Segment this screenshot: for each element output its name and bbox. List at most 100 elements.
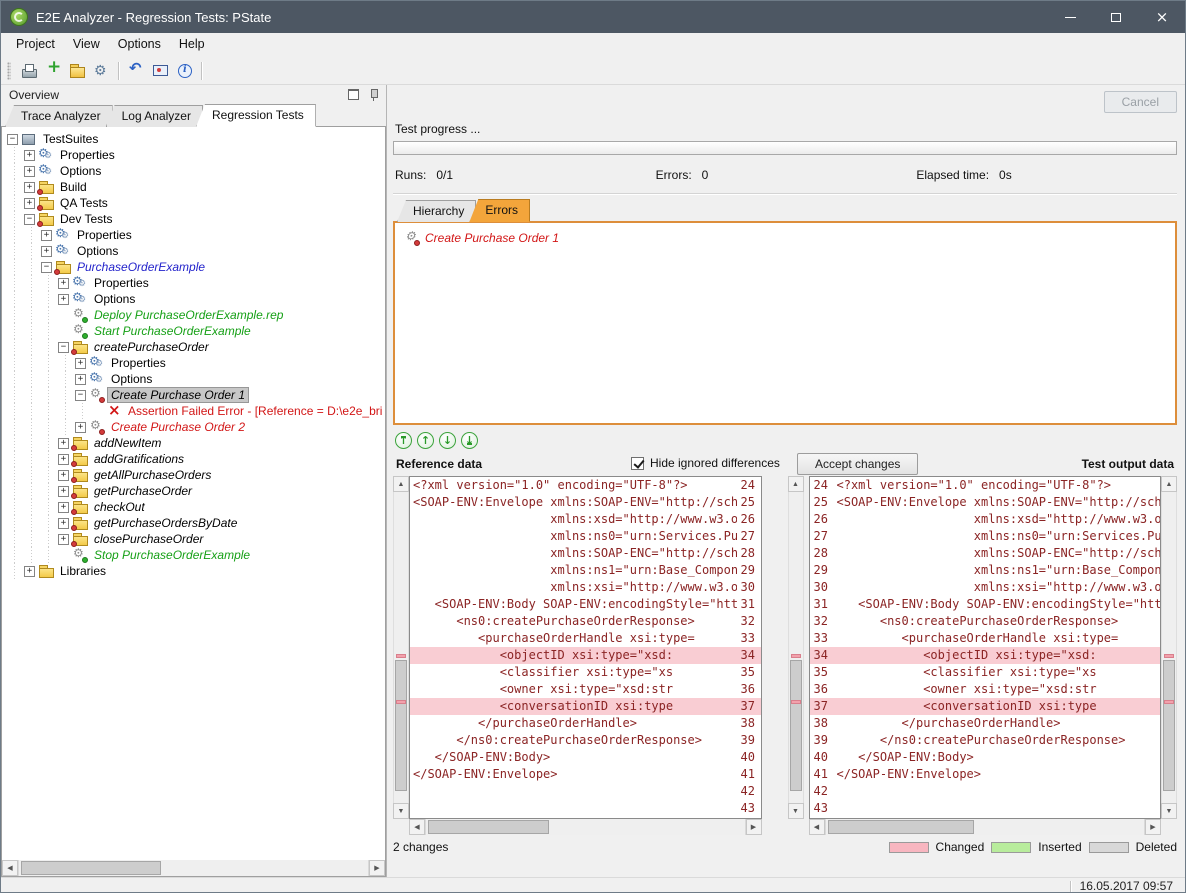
scroll-right-arrow[interactable]: ▶	[1145, 819, 1161, 835]
toolbar-grip[interactable]	[7, 62, 11, 80]
scroll-thumb[interactable]	[21, 861, 161, 875]
next-change-button[interactable]: ↓	[439, 432, 456, 449]
expand-box[interactable]: +	[58, 454, 69, 465]
overview-tab-trace-analyzer[interactable]: Trace Analyzer	[5, 105, 113, 127]
scroll-up-arrow[interactable]: ▲	[788, 476, 804, 492]
tree-item-build[interactable]: +Build	[2, 179, 385, 195]
tree-item-addnewitem[interactable]: +addNewItem	[2, 435, 385, 451]
scroll-track[interactable]	[1161, 492, 1177, 803]
expand-box[interactable]: +	[58, 518, 69, 529]
tree-item-properties[interactable]: +Properties	[2, 227, 385, 243]
scroll-thumb[interactable]	[1163, 660, 1175, 791]
scroll-right-arrow[interactable]: ▶	[369, 860, 385, 876]
scroll-up-arrow[interactable]: ▲	[393, 476, 409, 492]
collapse-box[interactable]: −	[24, 214, 35, 225]
gear-button[interactable]	[89, 60, 113, 82]
tree-horizontal-scrollbar[interactable]: ◀ ▶	[2, 860, 385, 876]
tree-item-stop-purchaseorderexample[interactable]: Stop PurchaseOrderExample	[2, 547, 385, 563]
scroll-left-arrow[interactable]: ◀	[809, 819, 825, 835]
printer-button[interactable]	[17, 60, 41, 82]
tree-item-getpurchaseorder[interactable]: +getPurchaseOrder	[2, 483, 385, 499]
collapse-box[interactable]: −	[41, 262, 52, 273]
collapse-box[interactable]: −	[58, 342, 69, 353]
expand-box[interactable]: +	[24, 150, 35, 161]
tree-item-properties[interactable]: +Properties	[2, 275, 385, 291]
float-panel-icon[interactable]	[346, 88, 361, 102]
scroll-thumb[interactable]	[828, 820, 975, 834]
expand-box[interactable]: +	[58, 294, 69, 305]
accept-changes-button[interactable]: Accept changes	[797, 453, 918, 475]
expand-box[interactable]: +	[58, 534, 69, 545]
results-tab-hierarchy[interactable]: Hierarchy	[397, 200, 476, 222]
collapse-box[interactable]: −	[75, 390, 86, 401]
scroll-down-arrow[interactable]: ▼	[788, 803, 804, 819]
tree-item-options[interactable]: +Options	[2, 371, 385, 387]
overview-tab-regression-tests[interactable]: Regression Tests	[196, 104, 316, 127]
menu-options[interactable]: Options	[109, 33, 170, 57]
scroll-track[interactable]	[825, 819, 1146, 835]
tree-item-checkout[interactable]: +checkOut	[2, 499, 385, 515]
pin-panel-icon[interactable]	[366, 88, 381, 102]
minimize-button[interactable]	[1047, 1, 1093, 33]
expand-box[interactable]: +	[24, 166, 35, 177]
error-list-item[interactable]: Create Purchase Order 1	[404, 230, 1166, 246]
expand-box[interactable]: +	[24, 182, 35, 193]
expand-box[interactable]: +	[41, 246, 52, 257]
menu-help[interactable]: Help	[170, 33, 214, 57]
tree-item-createpurchaseorder[interactable]: −createPurchaseOrder	[2, 339, 385, 355]
output-horizontal-scrollbar[interactable]: ◀ ▶	[809, 819, 1162, 835]
scroll-track[interactable]	[788, 492, 804, 803]
expand-box[interactable]: +	[24, 198, 35, 209]
tree-item-qa-tests[interactable]: +QA Tests	[2, 195, 385, 211]
tree-item-options[interactable]: +Options	[2, 243, 385, 259]
tree-item-getallpurchaseorders[interactable]: +getAllPurchaseOrders	[2, 467, 385, 483]
expand-box[interactable]: +	[58, 438, 69, 449]
tree-item-getpurchaseordersbydate[interactable]: +getPurchaseOrdersByDate	[2, 515, 385, 531]
expand-box[interactable]: +	[58, 486, 69, 497]
scroll-thumb[interactable]	[395, 660, 407, 791]
tree-item-dev-tests[interactable]: −Dev Tests	[2, 211, 385, 227]
open-folder-button[interactable]	[65, 60, 89, 82]
scroll-thumb[interactable]	[790, 660, 802, 791]
tree-item-purchaseorderexample[interactable]: −PurchaseOrderExample	[2, 259, 385, 275]
center-vertical-scrollbar[interactable]: ▲ ▼	[788, 476, 804, 819]
tree-item-options[interactable]: +Options	[2, 291, 385, 307]
first-change-button[interactable]: ↑	[395, 432, 412, 449]
menu-view[interactable]: View	[64, 33, 109, 57]
menu-project[interactable]: Project	[7, 33, 64, 57]
expand-box[interactable]: +	[75, 422, 86, 433]
tree-item-libraries[interactable]: +Libraries	[2, 563, 385, 579]
tree-item-assertion-failed-error-reference-d-e2e-bri[interactable]: Assertion Failed Error - [Reference = D:…	[2, 403, 385, 419]
undo-button[interactable]	[124, 60, 148, 82]
tree-item-start-purchaseorderexample[interactable]: Start PurchaseOrderExample	[2, 323, 385, 339]
tree-item-create-purchase-order-2[interactable]: +Create Purchase Order 2	[2, 419, 385, 435]
overview-tab-log-analyzer[interactable]: Log Analyzer	[106, 105, 203, 127]
tree-item-addgratifications[interactable]: +addGratifications	[2, 451, 385, 467]
scroll-track[interactable]	[18, 860, 369, 876]
reference-horizontal-scrollbar[interactable]: ◀ ▶	[409, 819, 762, 835]
scroll-right-arrow[interactable]: ▶	[746, 819, 762, 835]
maximize-button[interactable]	[1093, 1, 1139, 33]
tree-item-properties[interactable]: +Properties	[2, 147, 385, 163]
reference-vertical-scrollbar[interactable]: ▲ ▼	[393, 476, 409, 819]
expand-box[interactable]: +	[58, 502, 69, 513]
expand-box[interactable]: +	[58, 278, 69, 289]
previous-change-button[interactable]: ↑	[417, 432, 434, 449]
hide-ignored-checkbox[interactable]	[631, 457, 644, 470]
expand-box[interactable]: +	[75, 358, 86, 369]
scroll-down-arrow[interactable]: ▼	[1161, 803, 1177, 819]
scroll-thumb[interactable]	[428, 820, 549, 834]
last-change-button[interactable]: ↓	[461, 432, 478, 449]
expand-box[interactable]: +	[24, 566, 35, 577]
scroll-left-arrow[interactable]: ◀	[409, 819, 425, 835]
monitor-button[interactable]	[148, 60, 172, 82]
scroll-up-arrow[interactable]: ▲	[1161, 476, 1177, 492]
tree-item-create-purchase-order-1[interactable]: −Create Purchase Order 1	[2, 387, 385, 403]
collapse-box[interactable]: −	[7, 134, 18, 145]
close-button[interactable]: ×	[1139, 1, 1185, 33]
add-button[interactable]	[41, 60, 65, 82]
scroll-left-arrow[interactable]: ◀	[2, 860, 18, 876]
scroll-track[interactable]	[425, 819, 746, 835]
tree-item-options[interactable]: +Options	[2, 163, 385, 179]
tree-item-properties[interactable]: +Properties	[2, 355, 385, 371]
